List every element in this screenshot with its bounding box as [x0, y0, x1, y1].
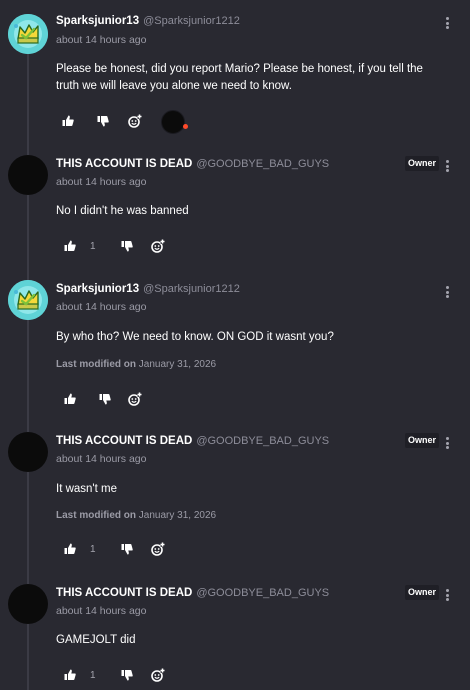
timestamp[interactable]: about 14 hours ago — [56, 301, 147, 313]
thumbs-down-icon — [121, 240, 133, 252]
user-handle[interactable]: @Sparksjunior1212 — [143, 15, 240, 27]
owner-badge: Owner — [405, 585, 440, 600]
more-vertical-icon[interactable] — [444, 159, 450, 173]
more-vertical-icon[interactable] — [444, 588, 450, 602]
avatar[interactable] — [8, 155, 48, 195]
comment-actions: 1 — [64, 666, 264, 684]
last-modified-label: Last modified on — [56, 359, 136, 370]
avatar[interactable] — [8, 432, 48, 472]
username-text[interactable]: THIS ACCOUNT IS DEAD — [56, 158, 192, 170]
user-handle[interactable]: @GOODBYE_BAD_GUYS — [196, 587, 329, 599]
add-reaction-icon — [151, 239, 165, 253]
thumbs-down-icon — [121, 543, 133, 555]
add-reaction-icon — [151, 668, 165, 682]
thumbs-down-icon — [121, 669, 133, 681]
add-reaction-icon — [128, 114, 142, 128]
like-count: 1 — [90, 543, 96, 555]
thumbs-up-icon — [64, 669, 76, 681]
last-modified-label: Last modified on — [56, 510, 136, 521]
notification-dot — [183, 124, 188, 129]
thumbs-up-icon — [64, 393, 76, 405]
comment-text: By who tho? We need to know. ON GOD it w… — [56, 331, 334, 343]
comment-actions — [64, 390, 264, 408]
username-text[interactable]: THIS ACCOUNT IS DEAD — [56, 435, 192, 447]
username[interactable]: Sparksjunior13 @Sparksjunior1212 — [56, 283, 240, 295]
thumbs-up-icon — [64, 240, 76, 252]
username[interactable]: Sparksjunior13 @Sparksjunior1212 — [56, 15, 240, 27]
timestamp[interactable]: about 14 hours ago — [56, 176, 147, 188]
add-reaction-button[interactable] — [151, 666, 165, 684]
like-count: 1 — [90, 240, 96, 252]
username[interactable]: THIS ACCOUNT IS DEAD @GOODBYE_BAD_GUYS — [56, 158, 329, 170]
comment-actions: 1 — [64, 540, 264, 558]
last-modified: Last modified on January 31, 2026 — [56, 359, 216, 370]
comment-text: No I didn't he was banned — [56, 205, 189, 217]
like-button[interactable]: 1 — [64, 666, 96, 684]
comment-actions: 1 — [64, 237, 264, 255]
timestamp[interactable]: about 14 hours ago — [56, 605, 147, 617]
avatar[interactable] — [8, 280, 48, 320]
comment-actions — [62, 110, 262, 134]
like-button[interactable] — [62, 112, 74, 130]
user-handle[interactable]: @GOODBYE_BAD_GUYS — [196, 435, 329, 447]
add-reaction-button[interactable] — [128, 390, 142, 408]
add-reaction-icon — [151, 542, 165, 556]
owner-badge: Owner — [405, 433, 440, 448]
like-button[interactable]: 1 — [64, 237, 96, 255]
user-handle[interactable]: @GOODBYE_BAD_GUYS — [196, 158, 329, 170]
crown-avatar-icon — [8, 280, 48, 320]
comment-text: Please be honest, did you report Mario? … — [56, 63, 423, 92]
username[interactable]: THIS ACCOUNT IS DEAD @GOODBYE_BAD_GUYS — [56, 587, 329, 599]
more-vertical-icon[interactable] — [444, 285, 450, 299]
last-modified: Last modified on January 31, 2026 — [56, 510, 216, 521]
dislike-button[interactable] — [99, 390, 111, 408]
add-reaction-button[interactable] — [151, 237, 165, 255]
like-button[interactable] — [64, 390, 76, 408]
crown-avatar-icon — [8, 14, 48, 54]
thumbs-up-icon — [62, 115, 74, 127]
dislike-button[interactable] — [121, 666, 133, 684]
dislike-button[interactable] — [97, 112, 109, 130]
username[interactable]: THIS ACCOUNT IS DEAD @GOODBYE_BAD_GUYS — [56, 435, 329, 447]
like-button[interactable]: 1 — [64, 540, 96, 558]
dislike-button[interactable] — [121, 540, 133, 558]
reaction-user-avatar[interactable] — [161, 110, 185, 134]
user-handle[interactable]: @Sparksjunior1212 — [143, 283, 240, 295]
thumbs-down-icon — [97, 115, 109, 127]
more-vertical-icon[interactable] — [444, 436, 450, 450]
username-text[interactable]: Sparksjunior13 — [56, 283, 139, 295]
avatar[interactable] — [8, 584, 48, 624]
like-count: 1 — [90, 669, 96, 681]
last-modified-date: January 31, 2026 — [138, 510, 217, 521]
thumbs-up-icon — [64, 543, 76, 555]
more-vertical-icon[interactable] — [444, 16, 450, 30]
last-modified-date: January 31, 2026 — [138, 359, 217, 370]
thumbs-down-icon — [99, 393, 111, 405]
username-text[interactable]: Sparksjunior13 — [56, 15, 139, 27]
comment-text: It wasn't me — [56, 483, 117, 495]
dislike-button[interactable] — [121, 237, 133, 255]
timestamp[interactable]: about 14 hours ago — [56, 34, 147, 46]
username-text[interactable]: THIS ACCOUNT IS DEAD — [56, 587, 192, 599]
add-reaction-button[interactable] — [151, 540, 165, 558]
timestamp[interactable]: about 14 hours ago — [56, 453, 147, 465]
add-reaction-button[interactable] — [128, 112, 142, 130]
owner-badge: Owner — [405, 156, 440, 171]
comment-text: GAMEJOLT did — [56, 634, 136, 646]
add-reaction-icon — [128, 392, 142, 406]
avatar[interactable] — [8, 14, 48, 54]
